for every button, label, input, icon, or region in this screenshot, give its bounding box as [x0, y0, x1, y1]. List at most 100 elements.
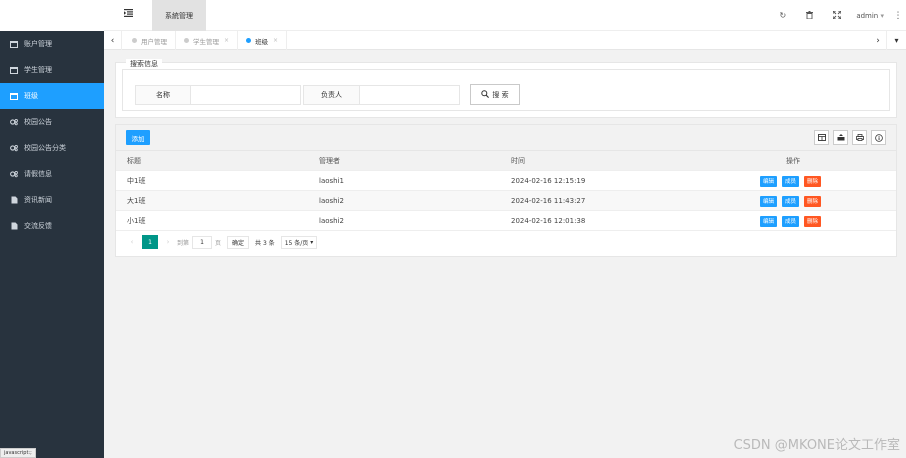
tab-label: 学生管理	[193, 37, 219, 46]
table-header-row: 标题 管理者 时间 操作	[116, 151, 896, 171]
goto-confirm-button[interactable]: 确定	[227, 235, 250, 249]
page-tabs-bar: ‹ 用户管理 学生管理 × 班级 × › ▾	[104, 31, 906, 50]
tab-label: 用户管理	[141, 37, 167, 46]
column-header-manager[interactable]: 管理者	[319, 151, 340, 171]
cell-manager: laoshi2	[319, 217, 344, 225]
logo-area	[0, 0, 104, 31]
delete-button[interactable]: 删除	[804, 175, 822, 187]
fullscreen-icon[interactable]	[823, 10, 850, 21]
sidebar-item-class[interactable]: 班级	[0, 83, 104, 109]
tab-class[interactable]: 班级 ×	[238, 31, 288, 50]
file-icon	[10, 222, 18, 230]
table-row[interactable]: 中1班 laoshi1 2024-02-16 12:15:19 编辑 成员 删除	[116, 171, 896, 191]
cell-title: 大1班	[127, 197, 146, 205]
gears-icon	[10, 118, 18, 126]
cell-title: 小1班	[127, 217, 146, 225]
goto-page-input[interactable]: 1	[192, 235, 213, 249]
member-button[interactable]: 成员	[782, 175, 800, 187]
header: 系統管理 ↻ admin ▾ ⋮	[104, 0, 906, 31]
cell-title: 中1班	[127, 177, 146, 185]
sidebar-item-label: 校园公告分类	[24, 144, 66, 152]
cell-manager: laoshi1	[319, 177, 344, 185]
current-page[interactable]: 1	[142, 235, 158, 249]
gears-icon	[10, 170, 18, 178]
edit-button[interactable]: 编辑	[760, 175, 778, 187]
delete-button[interactable]: 删除	[804, 195, 822, 207]
sidebar: 账户管理 学生管理 班级 校园公告 校园公告分类 请假信息 资讯新闻 交流反馈	[0, 31, 104, 458]
sidebar-item-news[interactable]: 资讯新闻	[0, 187, 104, 213]
dot-icon	[132, 38, 137, 43]
add-button[interactable]: 添加	[126, 130, 150, 145]
column-header-time[interactable]: 时间	[511, 151, 525, 171]
columns-filter-icon[interactable]	[814, 130, 829, 145]
dot-icon	[246, 38, 252, 43]
cell-time: 2024-02-16 12:01:38	[511, 217, 586, 225]
window-icon	[10, 92, 18, 100]
more-vertical-icon[interactable]: ⋮	[890, 11, 906, 21]
info-icon[interactable]	[871, 130, 886, 145]
tab-student-management[interactable]: 学生管理 ×	[176, 31, 239, 50]
edit-button[interactable]: 编辑	[760, 195, 778, 207]
cell-time: 2024-02-16 11:43:27	[511, 197, 586, 205]
owner-input[interactable]	[360, 85, 460, 105]
cell-manager: laoshi2	[319, 197, 344, 205]
table-row[interactable]: 大1班 laoshi2 2024-02-16 11:43:27 编辑 成员 删除	[116, 191, 896, 211]
close-icon[interactable]: ×	[273, 37, 278, 44]
user-menu[interactable]: admin ▾	[850, 12, 890, 20]
sidebar-item-label: 校园公告	[24, 118, 52, 126]
chevron-right-icon[interactable]: ›	[870, 31, 886, 50]
trash-icon[interactable]	[796, 10, 823, 21]
prev-page-icon[interactable]: ‹	[126, 238, 138, 246]
data-table: 标题 管理者 时间 操作 中1班 laoshi1 2024-02-16 12:1…	[116, 151, 896, 231]
menu-toggle-icon[interactable]	[124, 9, 133, 20]
chevron-down-icon[interactable]: ▾	[886, 31, 906, 50]
search-legend: 搜索信息	[126, 59, 162, 69]
chevron-left-icon[interactable]: ‹	[104, 31, 122, 50]
top-tab-system[interactable]: 系統管理	[152, 0, 206, 31]
sidebar-item-accounts[interactable]: 账户管理	[0, 31, 104, 57]
user-name: admin	[856, 11, 879, 20]
column-header-title[interactable]: 标题	[127, 151, 141, 171]
dot-icon	[184, 38, 189, 43]
sidebar-item-students[interactable]: 学生管理	[0, 57, 104, 83]
total-count: 共 3 条	[255, 239, 275, 247]
pagination: ‹ 1 › 到第 1 页 确定 共 3 条 15 条/页 ▾	[126, 235, 318, 249]
tab-label: 班级	[255, 37, 269, 46]
table-row[interactable]: 小1班 laoshi2 2024-02-16 12:01:38 编辑 成员 删除	[116, 211, 896, 231]
search-button-label: 搜 索	[492, 90, 509, 99]
print-icon[interactable]	[852, 130, 867, 145]
close-icon[interactable]: ×	[224, 37, 229, 44]
sidebar-item-label: 账户管理	[24, 40, 52, 48]
sidebar-item-label: 资讯新闻	[24, 196, 52, 204]
sidebar-item-notice-category[interactable]: 校园公告分类	[0, 135, 104, 161]
table-card: 添加 标题 管理者 时间 操作 中1班 laoshi1 2024-02-16 1…	[115, 124, 897, 257]
page-size-select[interactable]: 15 条/页 ▾	[280, 235, 318, 249]
member-button[interactable]: 成员	[782, 215, 800, 227]
file-icon	[10, 196, 18, 204]
delete-button[interactable]: 删除	[804, 215, 822, 227]
owner-label: 负责人	[303, 85, 360, 105]
tab-user-management[interactable]: 用户管理	[124, 31, 176, 50]
goto-label: 到第	[177, 239, 190, 247]
sidebar-item-label: 班级	[24, 92, 38, 100]
search-button[interactable]: 搜 索	[470, 84, 520, 105]
edit-button[interactable]: 编辑	[760, 215, 778, 227]
column-header-actions: 操作	[786, 157, 800, 165]
sidebar-item-notice[interactable]: 校园公告	[0, 109, 104, 135]
table-toolbar: 添加	[116, 125, 896, 151]
export-icon[interactable]	[833, 130, 848, 145]
window-icon	[10, 66, 18, 74]
sidebar-item-label: 请假信息	[24, 170, 52, 178]
watermark: CSDN @MKONE论文工作室	[733, 438, 900, 453]
window-icon	[10, 40, 18, 48]
status-tip: javascript:;	[0, 448, 36, 458]
cell-time: 2024-02-16 12:15:19	[511, 177, 586, 185]
member-button[interactable]: 成员	[782, 195, 800, 207]
sidebar-item-leave[interactable]: 请假信息	[0, 161, 104, 187]
next-page-icon[interactable]: ›	[162, 238, 174, 246]
page-size-value: 15 条/页	[284, 239, 309, 247]
sidebar-item-feedback[interactable]: 交流反馈	[0, 213, 104, 239]
refresh-icon[interactable]: ↻	[769, 11, 796, 20]
sidebar-item-label: 交流反馈	[24, 222, 52, 230]
name-input[interactable]	[191, 85, 301, 105]
